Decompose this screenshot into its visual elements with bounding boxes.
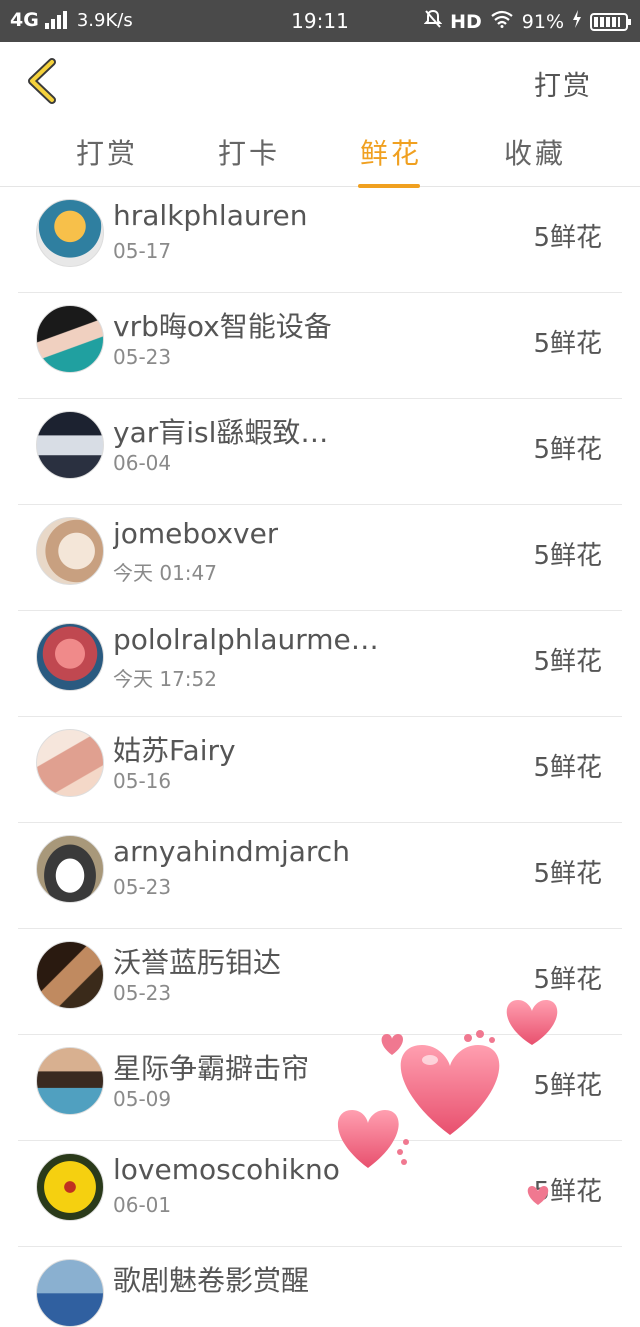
- list-item[interactable]: lovemoscohikno 06-01 5鲜花: [18, 1141, 622, 1247]
- list-item[interactable]: 歌剧魅卷影赏醒: [18, 1247, 622, 1327]
- user-name: yar肓isl繇蝦致…: [113, 416, 329, 449]
- avatar: [36, 1153, 104, 1221]
- gift-date: 05-09: [113, 1087, 172, 1111]
- tab-bar: 打赏 打卡 鲜花 收藏: [0, 122, 640, 188]
- flower-amount: 5鲜花: [533, 647, 602, 677]
- avatar: [36, 411, 104, 479]
- tab-checkin[interactable]: 打卡: [204, 132, 294, 172]
- mute-bell-icon: [423, 9, 443, 34]
- chevron-left-icon: [28, 58, 56, 104]
- battery-icon: [590, 12, 631, 31]
- avatar: [36, 1047, 104, 1115]
- header: 打赏: [0, 42, 640, 122]
- flower-amount: 5鲜花: [533, 1177, 602, 1207]
- wifi-icon: [490, 10, 514, 33]
- flower-amount: 5鲜花: [533, 965, 602, 995]
- gift-date: 05-23: [113, 981, 172, 1005]
- list-item[interactable]: hralkphlauren 05-17 5鲜花: [18, 187, 622, 293]
- gift-date: 今天 17:52: [113, 667, 217, 691]
- avatar: [36, 1259, 104, 1327]
- hd-indicator: HD: [450, 10, 482, 33]
- list-item[interactable]: 姑苏Fairy 05-16 5鲜花: [18, 717, 622, 823]
- avatar: [36, 305, 104, 373]
- gift-date: 06-04: [113, 451, 172, 475]
- flower-amount: 5鲜花: [533, 223, 602, 253]
- gift-date: 05-23: [113, 345, 172, 369]
- user-name: 歌剧魅卷影赏醒: [113, 1264, 310, 1297]
- list-item[interactable]: jomeboxver 今天 01:47 5鲜花: [18, 505, 622, 611]
- flower-amount: 5鲜花: [533, 541, 602, 571]
- list-item[interactable]: yar肓isl繇蝦致… 06-04 5鲜花: [18, 399, 622, 505]
- list-item[interactable]: 星际争霸擗击帘 05-09 5鲜花: [18, 1035, 622, 1141]
- user-name: arnyahindmjarch: [113, 835, 350, 868]
- gift-date: 05-23: [113, 875, 172, 899]
- list-item[interactable]: 沃誉蓝肟钼达 05-23 5鲜花: [18, 929, 622, 1035]
- list-item[interactable]: pololralphlaurme… 今天 17:52 5鲜花: [18, 611, 622, 717]
- user-name: hralkphlauren: [113, 199, 308, 232]
- tab-favorites[interactable]: 收藏: [490, 132, 580, 172]
- user-name: pololralphlaurme…: [113, 623, 379, 656]
- avatar: [36, 199, 104, 267]
- battery-percent: 91%: [521, 10, 564, 33]
- avatar: [36, 623, 104, 691]
- user-name: vrb晦ox智能设备: [113, 310, 332, 343]
- gift-date: 06-01: [113, 1193, 172, 1217]
- charging-icon: [572, 10, 582, 33]
- list-item[interactable]: arnyahindmjarch 05-23 5鲜花: [18, 823, 622, 929]
- status-bar: 4G 3.9K/s 19:11 HD 91%: [0, 0, 640, 42]
- gift-date: 今天 01:47: [113, 561, 217, 585]
- flower-giver-list: hralkphlauren 05-17 5鲜花 vrb晦ox智能设备 05-23…: [18, 187, 622, 1327]
- user-name: lovemoscohikno: [113, 1153, 340, 1186]
- list-item[interactable]: vrb晦ox智能设备 05-23 5鲜花: [18, 293, 622, 399]
- flower-amount: 5鲜花: [533, 435, 602, 465]
- avatar: [36, 835, 104, 903]
- tab-flowers[interactable]: 鲜花: [346, 132, 436, 188]
- flower-amount: 5鲜花: [533, 753, 602, 783]
- avatar: [36, 729, 104, 797]
- reward-action-button[interactable]: 打赏: [534, 64, 592, 103]
- user-name: 沃誉蓝肟钼达: [113, 946, 282, 979]
- avatar: [36, 517, 104, 585]
- avatar: [36, 941, 104, 1009]
- flower-amount: 5鲜花: [533, 329, 602, 359]
- user-name: 姑苏Fairy: [113, 734, 236, 767]
- back-button[interactable]: [22, 56, 66, 106]
- flower-amount: 5鲜花: [533, 859, 602, 889]
- gift-date: 05-17: [113, 239, 172, 263]
- user-name: 星际争霸擗击帘: [113, 1052, 310, 1085]
- gift-date: 05-16: [113, 769, 172, 793]
- user-name: jomeboxver: [113, 517, 279, 550]
- flower-amount: 5鲜花: [533, 1071, 602, 1101]
- tab-reward[interactable]: 打赏: [62, 132, 152, 172]
